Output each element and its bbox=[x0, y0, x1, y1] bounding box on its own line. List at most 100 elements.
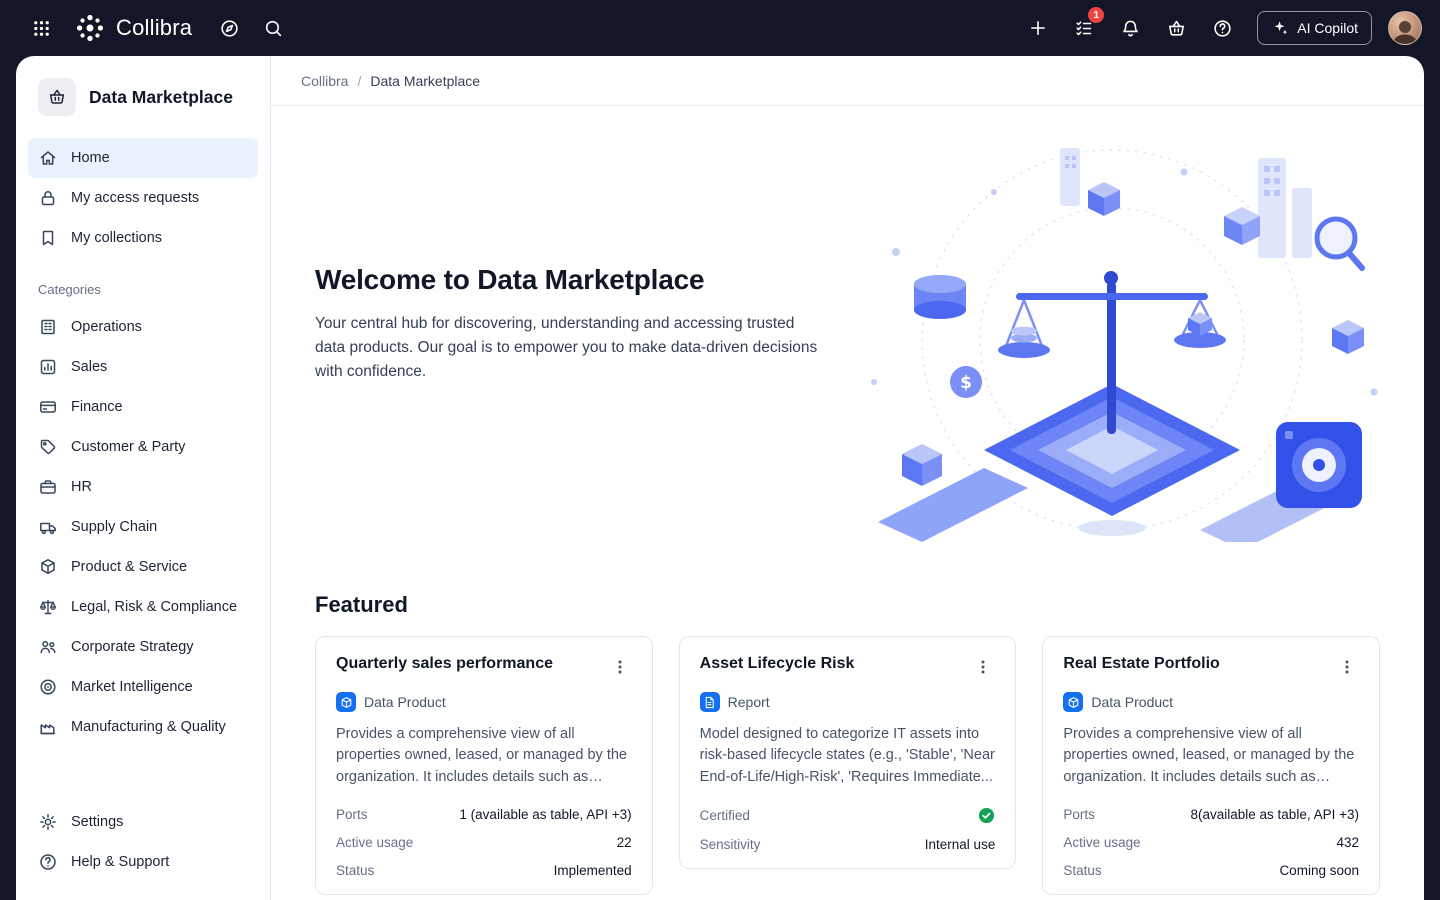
app-switcher-button[interactable] bbox=[22, 10, 60, 46]
ai-copilot-button[interactable]: AI Copilot bbox=[1257, 11, 1372, 45]
sidebar-item-label: Supply Chain bbox=[71, 519, 157, 535]
sparkles-icon bbox=[1271, 19, 1289, 37]
featured-card-quarterly-sales-performance[interactable]: Quarterly sales performance Data Product bbox=[315, 636, 653, 895]
sidebar-item-label: Customer & Party bbox=[71, 439, 185, 455]
sidebar-item-product-service[interactable]: Product & Service bbox=[28, 547, 258, 587]
user-avatar[interactable] bbox=[1388, 11, 1422, 45]
stat-value: Coming soon bbox=[1279, 863, 1359, 878]
collibra-logo-mark bbox=[74, 12, 106, 44]
notifications-button[interactable] bbox=[1111, 10, 1149, 46]
help-button[interactable] bbox=[1203, 10, 1241, 46]
lock-icon bbox=[38, 188, 58, 208]
card-menu-button[interactable] bbox=[971, 655, 995, 679]
asset-type-badge: Data Product bbox=[1063, 692, 1359, 712]
stat-label: Status bbox=[336, 863, 374, 878]
sidebar-item-corporate-strategy[interactable]: Corporate Strategy bbox=[28, 627, 258, 667]
sidebar-item-help-support[interactable]: Help & Support bbox=[28, 842, 258, 882]
sidebar-item-label: Finance bbox=[71, 399, 123, 415]
help-circle-icon bbox=[1212, 18, 1233, 39]
notification-badge: 1 bbox=[1088, 7, 1104, 23]
card-description: Provides a comprehensive view of all pro… bbox=[336, 724, 632, 788]
bar-chart-icon bbox=[38, 357, 58, 377]
sidebar-item-my-access-requests[interactable]: My access requests bbox=[28, 178, 258, 218]
featured-card-asset-lifecycle-risk[interactable]: Asset Lifecycle Risk Report Model design… bbox=[679, 636, 1017, 869]
apps-grid-icon bbox=[32, 19, 51, 38]
stat-value: 8(available as table, API +3) bbox=[1191, 807, 1359, 822]
sidebar-item-home[interactable]: Home bbox=[28, 138, 258, 178]
card-title: Real Estate Portfolio bbox=[1063, 655, 1219, 673]
hero-description: Your central hub for discovering, unders… bbox=[315, 312, 827, 384]
sidebar-item-label: My collections bbox=[71, 230, 162, 246]
stat-value: Internal use bbox=[925, 837, 996, 852]
help-circle-icon bbox=[38, 852, 58, 872]
asset-type-badge: Data Product bbox=[336, 692, 632, 712]
sidebar-item-manufacturing-quality[interactable]: Manufacturing & Quality bbox=[28, 707, 258, 747]
tasks-button[interactable]: 1 bbox=[1065, 10, 1103, 46]
basket-icon bbox=[1166, 18, 1187, 39]
featured-section: Featured Quarterly sales performance bbox=[315, 592, 1380, 895]
breadcrumb-root-link[interactable]: Collibra bbox=[301, 73, 348, 89]
breadcrumb: Collibra / Data Marketplace bbox=[271, 56, 1424, 106]
card-stats: Ports 8(available as table, API +3) Acti… bbox=[1063, 800, 1359, 884]
compass-icon bbox=[219, 18, 240, 39]
avatar-person-icon bbox=[1390, 18, 1420, 44]
stat-value bbox=[978, 807, 995, 824]
sidebar-item-sales[interactable]: Sales bbox=[28, 347, 258, 387]
stat-row: Active usage 432 bbox=[1063, 828, 1359, 856]
card-stats: Certified Sensitivity Internal use bbox=[700, 800, 996, 858]
sidebar-item-hr[interactable]: HR bbox=[28, 467, 258, 507]
stat-row: Status Coming soon bbox=[1063, 856, 1359, 884]
plus-icon bbox=[1028, 18, 1048, 38]
sidebar-item-legal-risk-compliance[interactable]: Legal, Risk & Compliance bbox=[28, 587, 258, 627]
card-menu-button[interactable] bbox=[608, 655, 632, 679]
sidebar-item-market-intelligence[interactable]: Market Intelligence bbox=[28, 667, 258, 707]
sidebar-item-supply-chain[interactable]: Supply Chain bbox=[28, 507, 258, 547]
sidebar-item-label: Manufacturing & Quality bbox=[71, 719, 226, 735]
marketplace-button[interactable] bbox=[1157, 10, 1195, 46]
sidebar-item-label: Operations bbox=[71, 319, 142, 335]
sidebar-item-my-collections[interactable]: My collections bbox=[28, 218, 258, 258]
card-title: Quarterly sales performance bbox=[336, 655, 553, 673]
categories-section-label: Categories bbox=[16, 258, 270, 307]
main-sheet: Data Marketplace Home My access requests… bbox=[16, 56, 1424, 900]
sidebar-header: Data Marketplace bbox=[16, 72, 270, 138]
card-menu-button[interactable] bbox=[1335, 655, 1359, 679]
kebab-icon bbox=[612, 659, 628, 675]
stat-row: Ports 8(available as table, API +3) bbox=[1063, 800, 1359, 828]
tag-icon bbox=[38, 437, 58, 457]
sidebar-item-settings[interactable]: Settings bbox=[28, 802, 258, 842]
ai-copilot-label: AI Copilot bbox=[1297, 20, 1358, 36]
topbar-actions: 1 AI Copilot bbox=[1019, 10, 1422, 46]
sidebar-item-customer-party[interactable]: Customer & Party bbox=[28, 427, 258, 467]
search-button[interactable] bbox=[254, 10, 292, 46]
svg-text:$: $ bbox=[960, 373, 972, 393]
stat-label: Certified bbox=[700, 808, 750, 823]
sidebar-item-operations[interactable]: Operations bbox=[28, 307, 258, 347]
sidebar-title: Data Marketplace bbox=[89, 87, 233, 108]
briefcase-icon bbox=[38, 477, 58, 497]
stat-label: Active usage bbox=[1063, 835, 1140, 850]
sidebar: Data Marketplace Home My access requests… bbox=[16, 56, 271, 900]
scales-icon bbox=[38, 597, 58, 617]
collibra-logo[interactable]: Collibra bbox=[74, 12, 192, 44]
sidebar-item-finance[interactable]: Finance bbox=[28, 387, 258, 427]
explore-button[interactable] bbox=[210, 10, 248, 46]
stat-row: Status Implemented bbox=[336, 856, 632, 884]
report-icon bbox=[700, 692, 720, 712]
sidebar-item-label: Legal, Risk & Compliance bbox=[71, 599, 237, 615]
certified-check-icon bbox=[978, 807, 995, 824]
hero-section: Welcome to Data Marketplace Your central… bbox=[315, 106, 1380, 592]
sidebar-item-label: Product & Service bbox=[71, 559, 187, 575]
stat-value: 22 bbox=[617, 835, 632, 850]
page-title: Welcome to Data Marketplace bbox=[315, 264, 855, 296]
featured-card-real-estate-portfolio[interactable]: Real Estate Portfolio Data Product Provi… bbox=[1042, 636, 1380, 895]
create-button[interactable] bbox=[1019, 10, 1057, 46]
marketplace-app-icon bbox=[38, 78, 76, 116]
target-icon bbox=[38, 677, 58, 697]
truck-icon bbox=[38, 517, 58, 537]
kebab-icon bbox=[1339, 659, 1355, 675]
card-stats: Ports 1 (available as table, API +3) Act… bbox=[336, 800, 632, 884]
bookmark-icon bbox=[38, 228, 58, 248]
building-icon bbox=[38, 317, 58, 337]
sidebar-item-label: My access requests bbox=[71, 190, 199, 206]
